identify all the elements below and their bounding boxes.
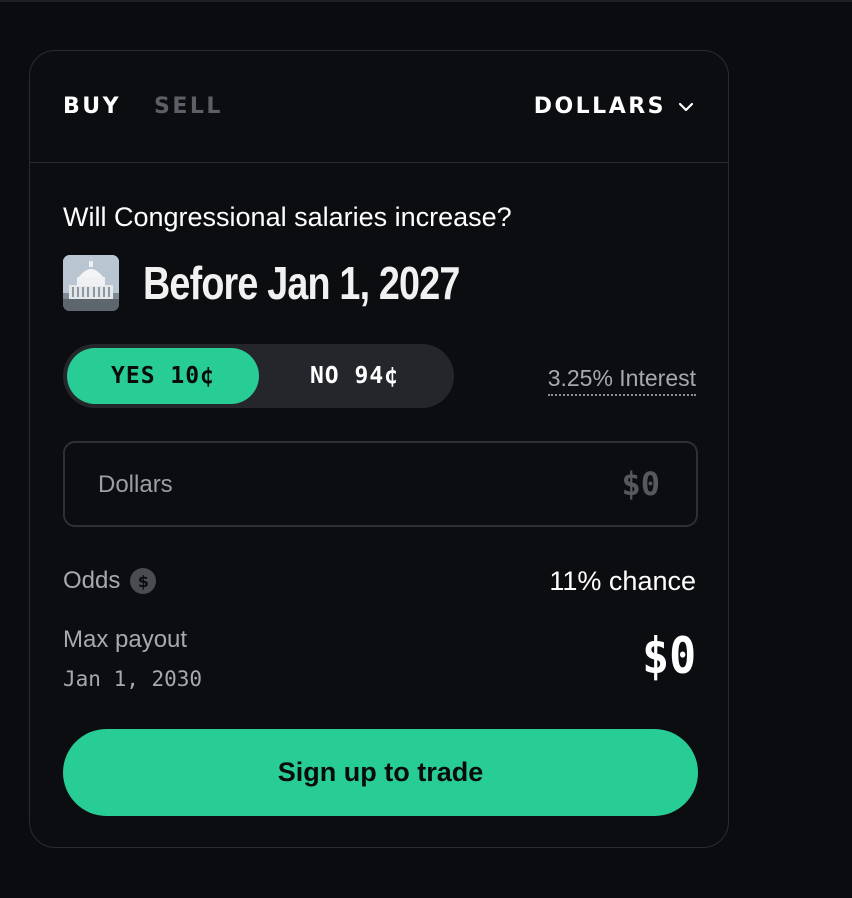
payout-date: Jan 1, 2030 bbox=[63, 667, 203, 691]
chevron-down-icon bbox=[676, 97, 696, 117]
capitol-building-image bbox=[63, 255, 119, 311]
max-payout-label: Max payout bbox=[63, 626, 188, 653]
odds-row-label: Odds $ bbox=[63, 567, 157, 595]
odds-label: Odds bbox=[63, 567, 121, 594]
market-heading: Before Jan 1, 2027 bbox=[63, 255, 529, 311]
sign-up-button[interactable]: Sign up to trade bbox=[63, 729, 698, 816]
no-option-button[interactable]: NO 94¢ bbox=[259, 348, 450, 404]
yes-option-button[interactable]: YES 10¢ bbox=[67, 348, 259, 404]
odds-value: 11% chance bbox=[549, 566, 696, 596]
market-question: Will Congressional salaries increase? bbox=[63, 202, 512, 232]
max-payout-value: $0 bbox=[641, 627, 696, 685]
currency-dropdown[interactable]: DOLLARS bbox=[534, 94, 696, 119]
trade-panel: BUY SELL DOLLARS Will Congressional sala… bbox=[29, 50, 729, 848]
dollars-amount-input[interactable]: Dollars $0 bbox=[63, 441, 698, 527]
amount-label: Dollars bbox=[98, 471, 173, 498]
interest-link[interactable]: 3.25% Interest bbox=[547, 365, 696, 396]
top-divider bbox=[0, 0, 852, 2]
currency-label: DOLLARS bbox=[533, 94, 666, 119]
tab-buy[interactable]: BUY bbox=[63, 94, 121, 119]
market-title: Before Jan 1, 2027 bbox=[143, 257, 460, 309]
amount-value: $0 bbox=[621, 465, 660, 503]
tab-sell[interactable]: SELL bbox=[154, 94, 223, 119]
trade-panel-header: BUY SELL DOLLARS bbox=[30, 51, 728, 163]
dollar-info-icon[interactable]: $ bbox=[130, 568, 157, 594]
outcome-toggle: YES 10¢ NO 94¢ bbox=[63, 344, 454, 408]
